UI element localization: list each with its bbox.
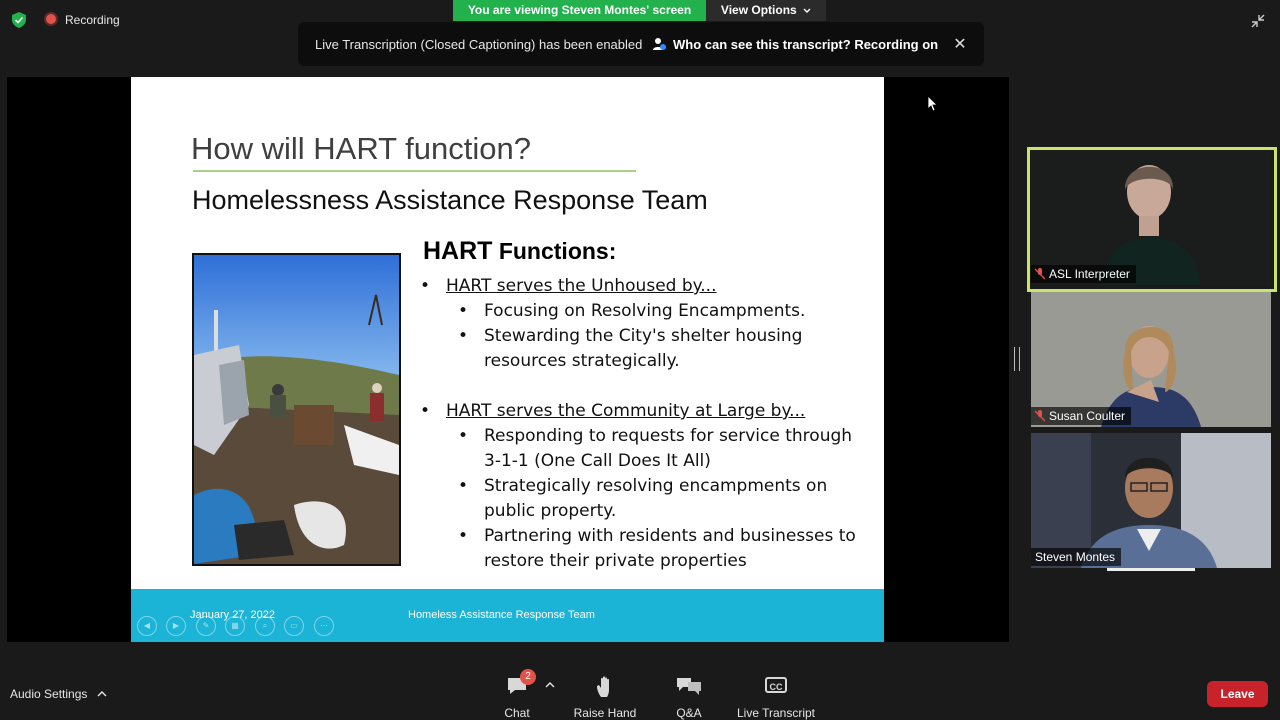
slide-subtitle: Homelessness Assistance Response Team [192,185,708,215]
chevron-down-icon [803,8,811,13]
bullet-dot: • [420,276,431,296]
speaking-indicator [1107,568,1195,571]
video-tile-steven-montes[interactable]: Steven Montes [1031,433,1271,568]
subtitles-icon[interactable]: ▭ [284,616,304,636]
participant-name: ASL Interpreter [1049,267,1130,281]
video-tile-susan-coulter[interactable]: Susan Coulter [1031,292,1271,427]
sub-bullet-dot: • [458,526,469,546]
section2-item-continued: 3-1-1 (One Call Does It All) [484,451,711,471]
section1-heading: HART serves the Unhoused by... [446,274,716,299]
leave-button[interactable]: Leave [1207,681,1268,707]
qa-icon [677,678,701,695]
title-underline [193,170,636,172]
live-transcript-button[interactable]: CC Live Transcript [736,671,816,720]
pen-icon[interactable]: ✎ [196,616,216,636]
more-options-icon[interactable]: ⋯ [314,616,334,636]
section1-item-continued: resources strategically. [484,351,680,371]
slides-grid-icon[interactable]: ▦ [225,616,245,636]
view-options-button[interactable]: View Options [706,0,826,21]
muted-mic-icon [1035,268,1045,280]
exit-fullscreen-icon[interactable] [1251,14,1265,28]
live-transcript-label: Live Transcript [736,706,816,720]
transcript-message: Live Transcription (Closed Captioning) h… [315,37,643,52]
chevron-up-icon[interactable] [97,690,107,698]
slide-title: How will HART function? [191,131,531,166]
section2-item-continued: restore their private properties [484,551,747,571]
next-slide-icon[interactable]: ▶ [166,616,186,636]
bullet-dot: • [420,401,431,421]
video-tile-asl-interpreter[interactable]: ASL Interpreter [1031,150,1271,285]
section2-item: Strategically resolving encampments on [484,476,828,496]
participant-name: Steven Montes [1035,550,1116,564]
section2-item: Partnering with residents and businesses… [484,526,856,546]
who-can-see-transcript-link[interactable]: Who can see this transcript? Recording o… [673,37,938,52]
chat-label: Chat [504,706,530,720]
chevron-up-icon[interactable] [545,681,555,689]
shield-icon[interactable] [12,12,26,28]
section2-heading-text: HART serves the Community at Large by... [446,401,806,421]
participant-name-label: Steven Montes [1031,548,1122,566]
view-options-label: View Options [720,3,797,17]
previous-slide-icon[interactable]: ◀ [137,616,157,636]
functions-heading-suffix: Functions: [492,238,617,264]
section2-item-continued: public property. [484,501,617,521]
mouse-cursor-icon [928,96,938,112]
close-icon[interactable]: ✕ [953,34,967,54]
slide-footer: January 27, 2022 Homeless Assistance Res… [131,589,884,642]
section1-item: Stewarding the City's shelter housing [484,326,803,346]
qa-label: Q&A [676,706,702,720]
participant-name: Susan Coulter [1049,409,1126,423]
presentation-slide: How will HART function? Homelessness Ass… [131,77,884,642]
functions-heading: HART Functions: [423,237,616,266]
section2-item: Responding to requests for service throu… [484,426,853,446]
recording-label[interactable]: Recording [65,13,120,27]
chat-unread-badge: 2 [520,669,536,685]
muted-mic-icon [1035,410,1045,422]
footer-team-name: Homeless Assistance Response Team [408,609,595,621]
qa-button[interactable]: Q&A [665,671,713,720]
section2-heading: HART serves the Community at Large by... [446,399,805,424]
raise-hand-button[interactable]: Raise Hand [570,671,640,720]
section1-item: Focusing on Resolving Encampments. [484,301,806,321]
participant-name-label: ASL Interpreter [1031,265,1136,283]
panel-resize-handle[interactable] [1014,347,1020,371]
sub-bullet-dot: • [458,476,469,496]
encampment-photo [192,253,401,566]
encampment-photo-image [194,255,399,564]
section1-heading-text: HART serves the Unhoused by... [446,276,717,296]
participant-name-label: Susan Coulter [1031,407,1132,425]
sub-bullet-dot: • [458,426,469,446]
functions-heading-prefix: HART [423,237,493,265]
raise-hand-label: Raise Hand [573,706,637,720]
viewing-screen-banner: You are viewing Steven Montes' screen [453,0,706,21]
audio-settings-button[interactable]: Audio Settings [10,687,87,701]
sub-bullet-dot: • [458,326,469,346]
zoom-icon[interactable]: ⌕ [255,616,275,636]
closed-caption-icon: CC [765,677,787,693]
recording-icon [46,14,56,24]
person-info-icon [653,38,666,50]
raise-hand-icon [597,676,609,697]
meeting-toolbar [0,665,1280,720]
sub-bullet-dot: • [458,301,469,321]
